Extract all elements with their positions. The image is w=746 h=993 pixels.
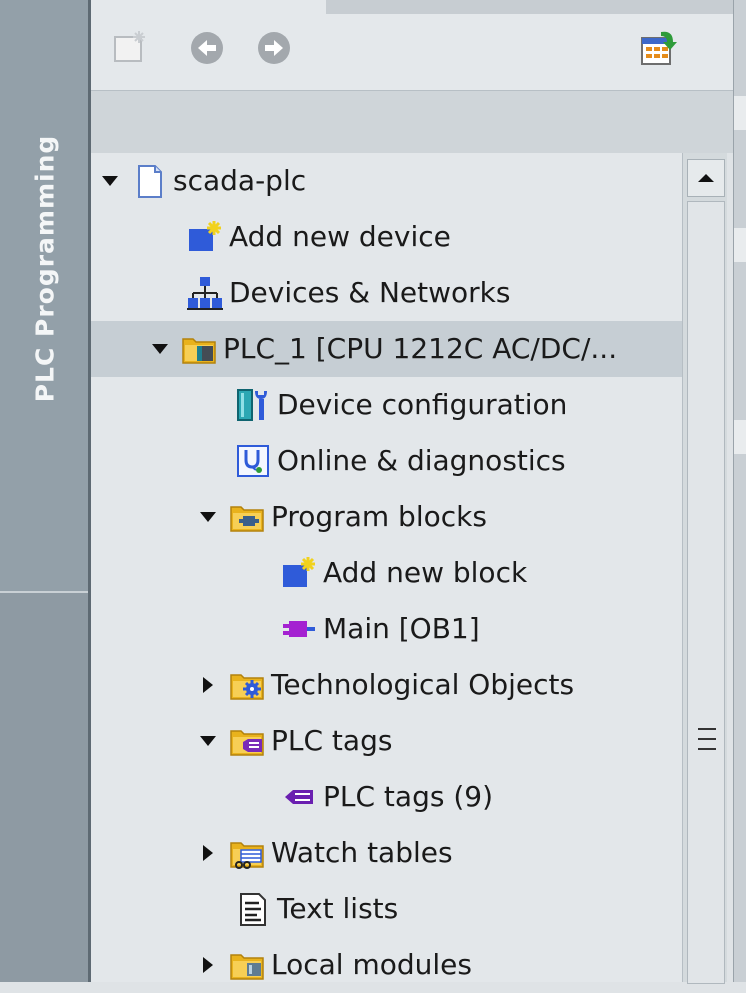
- rail-divider: [0, 591, 90, 593]
- tag-table-icon: [281, 779, 317, 815]
- right-window-edge: [733, 0, 746, 982]
- forward-button[interactable]: [254, 28, 294, 68]
- tree-item[interactable]: PLC tags: [91, 713, 682, 769]
- tree-item[interactable]: Main [OB1]: [91, 601, 682, 657]
- collapse-arrow-icon[interactable]: [199, 508, 217, 526]
- diagnostics-icon: [235, 443, 271, 479]
- tree-item[interactable]: Program blocks: [91, 489, 682, 545]
- plc-folder-icon: [181, 331, 217, 367]
- tree-scrollbar[interactable]: [682, 153, 727, 984]
- new-folder-button[interactable]: [110, 28, 150, 68]
- expand-arrow-icon[interactable]: [199, 956, 217, 974]
- scroll-grip-icon: [698, 728, 716, 750]
- network-icon: [187, 275, 223, 311]
- collapse-arrow-icon[interactable]: [199, 732, 217, 750]
- text-list-icon: [235, 891, 271, 927]
- tree-item-label: Program blocks: [271, 500, 487, 533]
- tree-item[interactable]: PLC tags (9): [91, 769, 682, 825]
- tree-item[interactable]: Technological Objects: [91, 657, 682, 713]
- collapse-arrow-icon[interactable]: [151, 340, 169, 358]
- project-tree-toolbar: [91, 0, 733, 90]
- tree-item[interactable]: Text lists: [91, 881, 682, 937]
- tree-item[interactable]: Add new block: [91, 545, 682, 601]
- back-button[interactable]: [187, 28, 227, 68]
- tree-item[interactable]: Online & diagnostics: [91, 433, 682, 489]
- watch-tables-folder-icon: [229, 835, 265, 871]
- project-document-icon: [131, 163, 167, 199]
- tree-item-label: Watch tables: [271, 836, 453, 869]
- table-export-icon: [641, 31, 677, 65]
- expand-arrow-icon[interactable]: [199, 676, 217, 694]
- expand-arrow-icon[interactable]: [199, 844, 217, 862]
- tree-item[interactable]: Devices & Networks: [91, 265, 682, 321]
- tree-item-label: PLC tags (9): [323, 780, 493, 813]
- plc-tags-folder-icon: [229, 723, 265, 759]
- scroll-thumb[interactable]: [687, 201, 725, 984]
- scroll-up-button[interactable]: [687, 159, 725, 197]
- scroll-up-arrow-icon: [698, 174, 714, 182]
- tree-item-label: Technological Objects: [271, 668, 575, 701]
- plc-programming-tab-label: PLC Programming: [30, 134, 60, 402]
- forward-arrow-icon: [258, 32, 290, 64]
- new-folder-icon: [114, 31, 145, 62]
- tree-item-label: Text lists: [277, 892, 399, 925]
- tree-item[interactable]: Device configuration: [91, 377, 682, 433]
- program-blocks-folder-icon: [229, 499, 265, 535]
- tree-item-label: Device configuration: [277, 388, 568, 421]
- side-rail: PLC Programming: [0, 0, 91, 982]
- tree-item[interactable]: scada-plc: [91, 153, 682, 209]
- add-new-block-icon: [281, 555, 317, 591]
- tree-item-label: Add new device: [229, 220, 451, 253]
- tree-item-label: PLC tags: [271, 724, 393, 757]
- back-arrow-icon: [191, 32, 223, 64]
- tree-item-label: PLC_1 [CPU 1212C AC/DC/...: [223, 332, 618, 365]
- tree-item-label: Devices & Networks: [229, 276, 511, 309]
- organization-block-icon: [281, 611, 317, 647]
- local-modules-folder-icon: [229, 947, 265, 983]
- export-table-button[interactable]: [639, 28, 679, 68]
- tree-item[interactable]: Add new device: [91, 209, 682, 265]
- tree-item-label: Add new block: [323, 556, 528, 589]
- tree-item-label: Online & diagnostics: [277, 444, 566, 477]
- toolbar-spacer: [91, 90, 733, 153]
- tree-item-label: scada-plc: [173, 164, 307, 197]
- toolbar-top-band: [326, 0, 733, 14]
- tree-item[interactable]: Watch tables: [91, 825, 682, 881]
- tree-item[interactable]: Local modules: [91, 937, 682, 993]
- technological-objects-folder-icon: [229, 667, 265, 703]
- tree-item-label: Local modules: [271, 948, 472, 981]
- plc-programming-tab[interactable]: PLC Programming: [0, 0, 90, 592]
- add-new-device-icon: [187, 219, 223, 255]
- project-tree: scada-plc Add new device Devices & Network…: [91, 153, 682, 982]
- tree-item[interactable]: PLC_1 [CPU 1212C AC/DC/...: [91, 321, 682, 377]
- collapse-arrow-icon[interactable]: [101, 172, 119, 190]
- device-configuration-icon: [235, 387, 271, 423]
- tree-item-label: Main [OB1]: [323, 612, 480, 645]
